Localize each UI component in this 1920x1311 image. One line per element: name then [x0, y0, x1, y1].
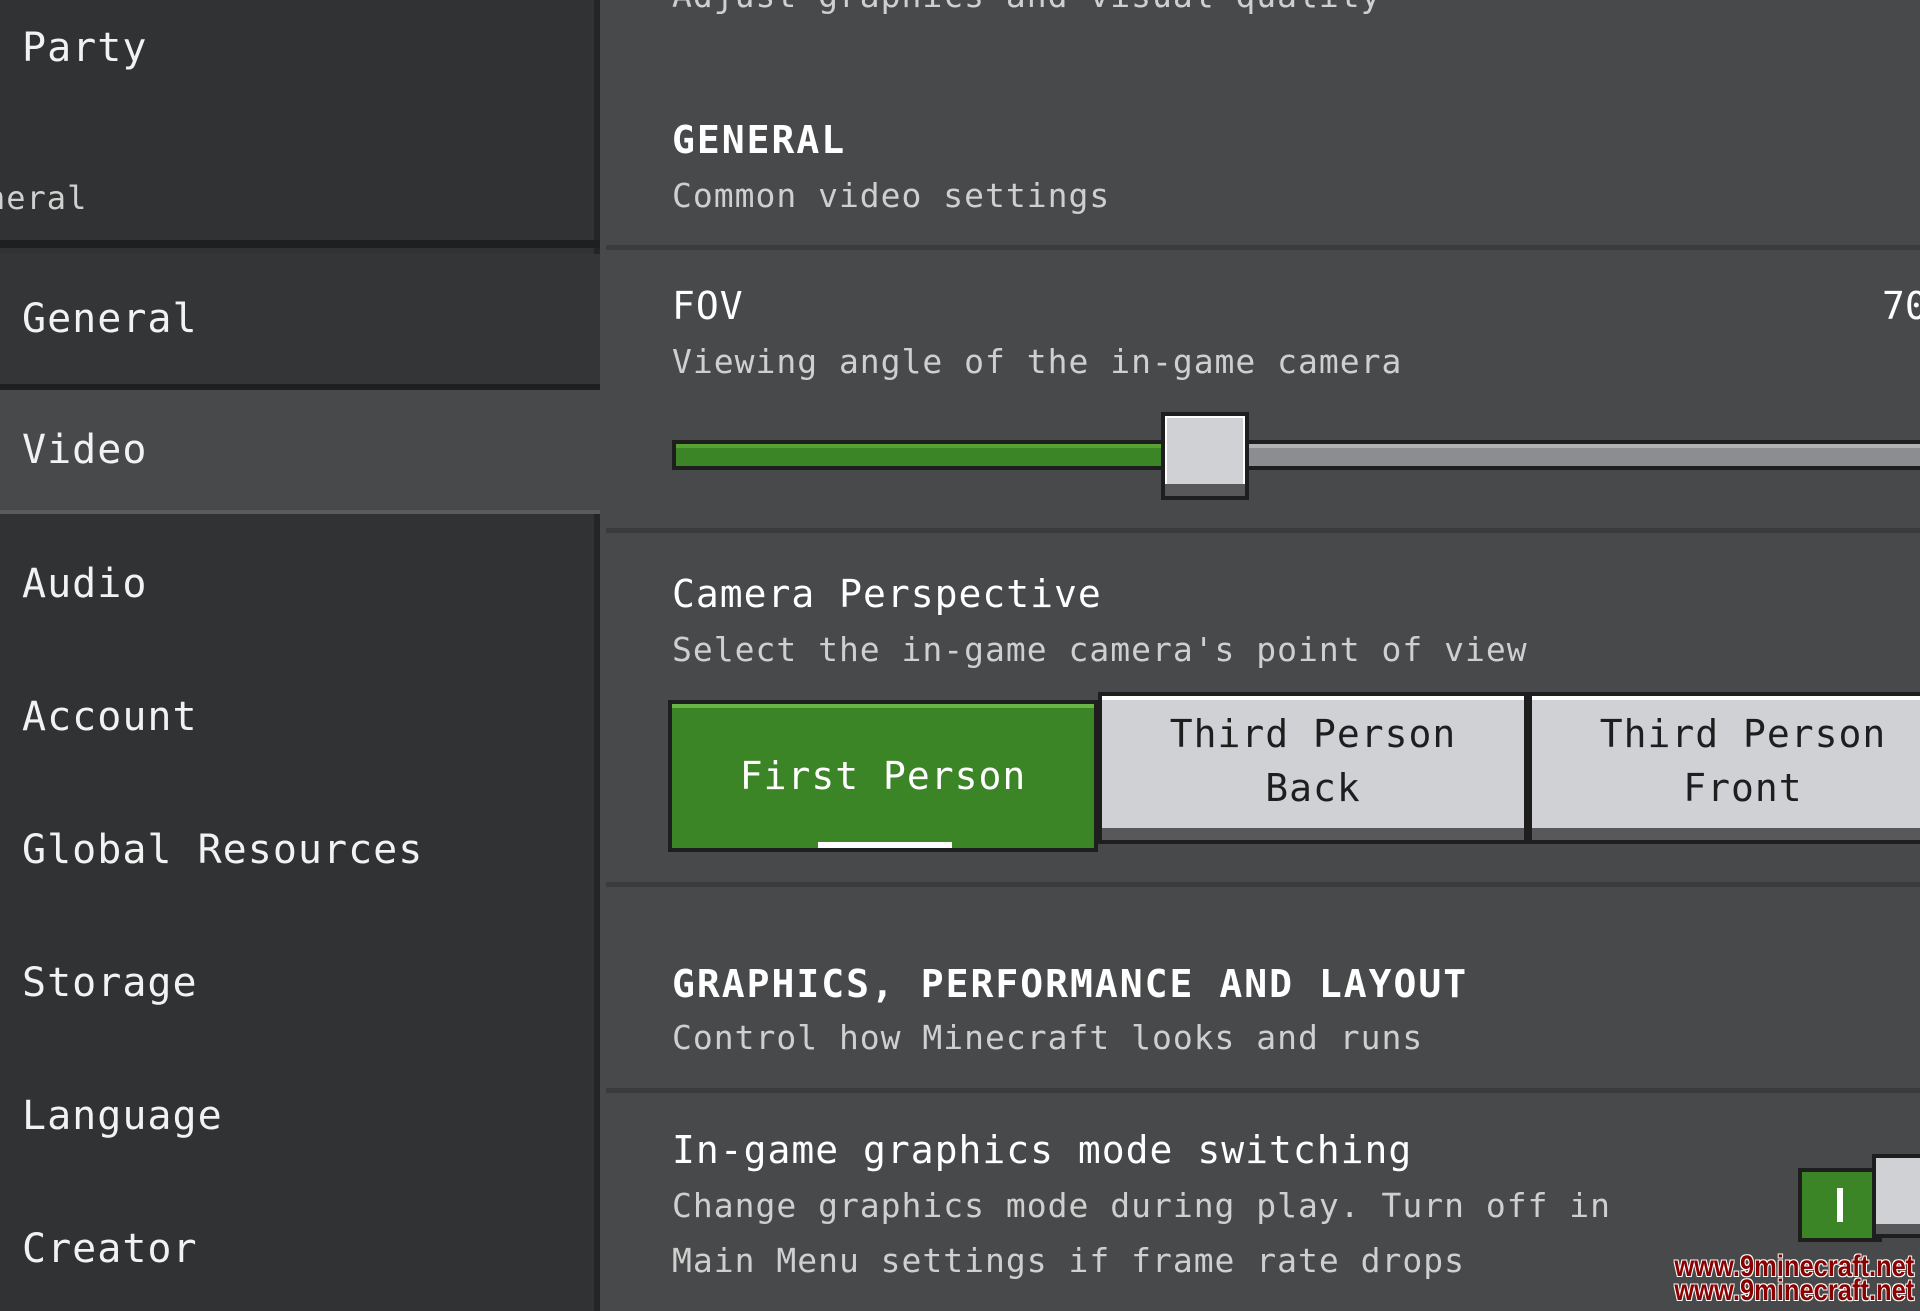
sidebar-item-global-resources[interactable]: Global Resources — [0, 783, 600, 916]
fov-title: FOV — [672, 284, 744, 328]
sidebar-item-label: Video — [22, 427, 148, 473]
third-person-front-button[interactable]: Third Person Front — [1528, 692, 1920, 844]
toggle-knob[interactable] — [1872, 1154, 1920, 1238]
first-person-label: First Person — [739, 754, 1027, 798]
sidebar-item-audio[interactable]: Audio — [0, 518, 600, 650]
graphics-section-heading: GRAPHICS, PERFORMANCE AND LAYOUT — [672, 962, 1469, 1006]
sidebar-divider — [0, 240, 600, 248]
watermark: www.9minecraft.net www.9minecraft.net — [1674, 1252, 1914, 1307]
fov-slider-thumb[interactable] — [1161, 412, 1249, 500]
general-section-description: Common video settings — [672, 176, 1111, 215]
third-person-back-button[interactable]: Third Person Back — [1098, 692, 1528, 844]
sidebar-item-label: Audio — [22, 561, 148, 607]
camera-perspective-description: Select the in-game camera's point of vie… — [672, 630, 1528, 669]
ingame-graphics-toggle[interactable] — [1798, 1154, 1920, 1242]
sidebar-item-label: Account — [22, 693, 198, 740]
fov-slider-track — [1249, 440, 1920, 470]
sidebar-item-storage[interactable]: Storage — [0, 916, 600, 1049]
sidebar-item-label: Global Resources — [22, 826, 424, 873]
sidebar-item-label: Storage — [22, 959, 198, 1006]
third-person-front-label: Third Person Front — [1599, 712, 1887, 810]
graphics-section-description: Control how Minecraft looks and runs — [672, 1018, 1424, 1057]
ingame-graphics-switching-title: In-game graphics mode switching — [672, 1128, 1413, 1172]
sidebar-section-header: neral — [0, 160, 600, 235]
section-divider — [606, 528, 1920, 533]
fov-slider-fill — [672, 440, 1161, 470]
selected-indicator — [818, 842, 952, 848]
fov-slider[interactable] — [672, 412, 1920, 500]
sidebar-item-creator[interactable]: Creator — [0, 1182, 600, 1311]
sidebar-section-label: neral — [0, 178, 88, 217]
fov-description: Viewing angle of the in-game camera — [672, 342, 1403, 381]
sidebar-item-general[interactable]: General — [0, 254, 600, 390]
page-subtitle: Adjust graphics and visual quality — [672, 0, 1382, 15]
section-divider — [606, 1088, 1920, 1093]
sidebar-item-label: General — [22, 296, 198, 342]
camera-perspective-title: Camera Perspective — [672, 572, 1102, 616]
watermark-line2: www.9minecraft.net — [1674, 1274, 1914, 1307]
fov-value: 70 — [1882, 284, 1920, 328]
first-person-button[interactable]: First Person — [668, 700, 1098, 852]
sidebar-item-account[interactable]: Account — [0, 650, 600, 783]
sidebar-item-label: Creator — [22, 1225, 198, 1272]
sidebar-item-language[interactable]: Language — [0, 1049, 600, 1182]
sidebar-item-party[interactable]: Party — [0, 0, 600, 95]
sidebar-item-video[interactable]: Video — [0, 390, 600, 514]
sidebar-item-label: Language — [22, 1092, 223, 1139]
ingame-graphics-description-line1: Change graphics mode during play. Turn o… — [672, 1186, 1612, 1225]
section-divider — [606, 882, 1920, 887]
section-divider — [606, 245, 1920, 250]
toggle-on-icon — [1837, 1188, 1843, 1222]
general-section-heading: GENERAL — [672, 118, 847, 162]
third-person-back-label: Third Person Back — [1169, 712, 1457, 810]
sidebar-item-label: Party — [22, 24, 148, 71]
video-settings-panel: Adjust graphics and visual quality GENER… — [606, 0, 1920, 1311]
ingame-graphics-description-line2: Main Menu settings if frame rate drops — [672, 1241, 1465, 1280]
settings-sidebar: Party neral General Video Audio Account … — [0, 0, 600, 1311]
